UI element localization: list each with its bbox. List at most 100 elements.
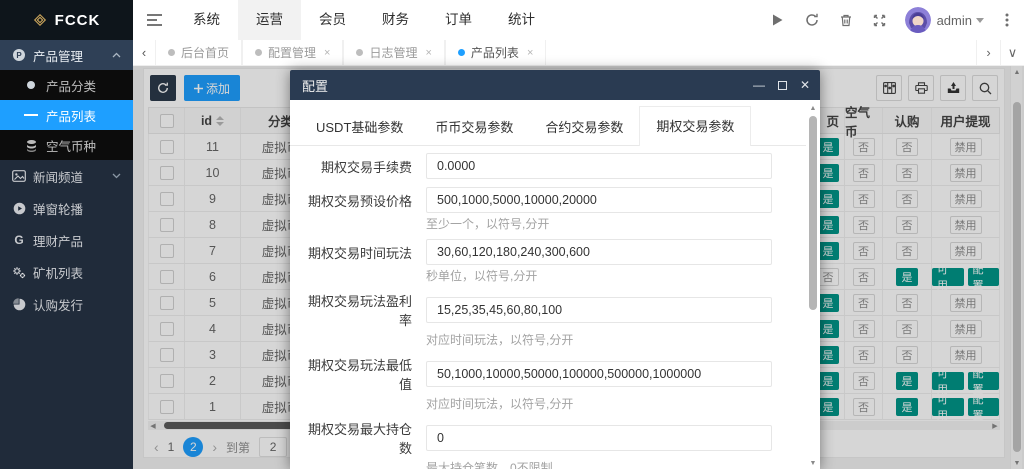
field-label: 期权交易最大持仓数 — [300, 419, 412, 457]
nav-item-stats[interactable]: 统计 — [490, 0, 553, 40]
close-icon[interactable]: × — [425, 47, 431, 59]
field-label: 期权交易时间玩法 — [300, 243, 412, 262]
sidebar-item-wealth-product[interactable]: G 理财产品 — [0, 224, 133, 256]
tab-option-trade[interactable]: 期权交易参数 — [639, 106, 751, 146]
option-fee-input[interactable] — [426, 153, 772, 179]
scroll-down-icon[interactable]: ▼ — [808, 457, 818, 469]
sidebar: FCCK P 产品管理 产品分类 产品列表 空气币种 新闻频道 — [0, 0, 133, 469]
sidebar-item-label: 认购发行 — [33, 295, 83, 314]
user-menu[interactable]: admin — [937, 13, 990, 28]
tab-label: 日志管理 — [369, 44, 417, 61]
list-icon — [24, 108, 38, 122]
modal-scrollbar[interactable]: ▲ ▼ — [808, 102, 818, 469]
tab-config-manage[interactable]: 配置管理 × — [242, 40, 343, 65]
tab-dot-icon — [458, 49, 465, 56]
field-label: 期权交易玩法盈利率 — [300, 291, 412, 329]
fullscreen-icon[interactable] — [863, 0, 897, 40]
pie-chart-icon — [12, 297, 26, 311]
field-help: 对应时间玩法，以符号,分开 — [426, 397, 806, 411]
sidebar-item-subscription-issue[interactable]: 认购发行 — [0, 288, 133, 320]
nav-item-order[interactable]: 订单 — [427, 0, 490, 40]
maximize-icon[interactable] — [778, 81, 787, 90]
sidebar-item-news[interactable]: 新闻频道 — [0, 160, 133, 192]
sidebar-submenu: 产品分类 产品列表 空气币种 — [0, 70, 133, 160]
option-preset-price-input[interactable] — [426, 187, 772, 213]
sidebar-item-label: 矿机列表 — [33, 263, 83, 282]
gears-icon — [12, 265, 26, 279]
tab-coin-trade[interactable]: 币币交易参数 — [419, 111, 529, 145]
tab-log-manage[interactable]: 日志管理 × — [343, 40, 444, 65]
top-navbar: 系统 运营 会员 财务 订单 统计 admin — [133, 0, 1024, 40]
field-help: 最大持仓笔数，0不限制 — [426, 461, 806, 469]
g-letter-icon: G — [12, 233, 26, 247]
sidebar-item-air-coin[interactable]: 空气币种 — [0, 130, 133, 160]
scrollbar-thumb[interactable] — [809, 116, 817, 310]
nav-item-operation[interactable]: 运营 — [238, 0, 301, 40]
chevron-down-icon — [109, 169, 123, 183]
tab-label: 产品列表 — [471, 44, 519, 61]
tab-dot-icon — [255, 49, 262, 56]
minimize-icon[interactable]: — — [753, 79, 765, 91]
option-min-value-input[interactable] — [426, 361, 772, 387]
sidebar-item-popup-carousel[interactable]: 弹窗轮播 — [0, 192, 133, 224]
nav-item-member[interactable]: 会员 — [301, 0, 364, 40]
field-help: 秒单位，以符号,分开 — [426, 269, 806, 283]
coins-icon — [24, 138, 38, 152]
sidebar-item-label: 弹窗轮播 — [33, 199, 83, 218]
option-profit-rate-input[interactable] — [426, 297, 772, 323]
tab-contract-trade[interactable]: 合约交易参数 — [529, 111, 639, 145]
sidebar-item-product-list[interactable]: 产品列表 — [0, 100, 133, 130]
tab-product-list[interactable]: 产品列表 × — [445, 40, 546, 65]
tab-dot-icon — [356, 49, 363, 56]
nav-item-finance[interactable]: 财务 — [364, 0, 427, 40]
tabs-scroll-left-icon[interactable]: ‹ — [133, 40, 155, 65]
trash-icon[interactable] — [829, 0, 863, 40]
sidebar-item-product-manage[interactable]: P 产品管理 — [0, 40, 133, 70]
photo-icon — [12, 169, 26, 183]
svg-text:P: P — [16, 51, 22, 60]
sidebar-item-label: 产品管理 — [33, 46, 83, 65]
modal-form: 期权交易手续费 期权交易预设价格 至少一个，以符号,分开 期权交易时间玩法 秒单… — [290, 146, 820, 469]
option-max-position-input[interactable] — [426, 425, 772, 451]
config-modal: 配置 — ✕ USDT基础参数 币币交易参数 合约交易参数 期权交易参数 期权交… — [290, 70, 820, 469]
topnav-actions: admin — [761, 0, 1024, 40]
refresh-icon[interactable] — [795, 0, 829, 40]
sidebar-item-label: 新闻频道 — [33, 167, 83, 186]
tabs-scroll-right-icon[interactable]: › — [976, 40, 1000, 65]
username: admin — [937, 13, 972, 28]
option-time-play-input[interactable] — [426, 239, 772, 265]
sidebar-item-label: 产品分类 — [46, 76, 96, 95]
chevron-up-icon — [109, 48, 123, 62]
tab-home[interactable]: 后台首页 — [155, 40, 242, 65]
menu-toggle-icon[interactable] — [133, 0, 175, 40]
field-label: 期权交易玩法最低值 — [300, 355, 412, 393]
field-label: 期权交易预设价格 — [300, 191, 412, 210]
tab-bar: ‹ 后台首页 配置管理 × 日志管理 × 产品列表 × › ∨ — [133, 40, 1024, 66]
tab-label: 后台首页 — [181, 44, 229, 61]
circle-play-icon — [12, 201, 26, 215]
field-help: 对应时间玩法，以符号,分开 — [426, 333, 806, 347]
close-icon[interactable]: ✕ — [800, 79, 810, 91]
field-label: 期权交易手续费 — [300, 157, 412, 176]
close-icon[interactable]: × — [527, 47, 533, 59]
sidebar-item-product-category[interactable]: 产品分类 — [0, 70, 133, 100]
more-vertical-icon[interactable] — [990, 0, 1024, 40]
tabs-menu-icon[interactable]: ∨ — [1000, 40, 1024, 65]
sidebar-item-label: 理财产品 — [33, 231, 83, 250]
tab-dot-icon — [168, 49, 175, 56]
app-logo[interactable]: FCCK — [0, 0, 133, 40]
modal-header[interactable]: 配置 — ✕ — [290, 70, 820, 100]
modal-tabs: USDT基础参数 币币交易参数 合约交易参数 期权交易参数 — [290, 100, 806, 146]
modal-title: 配置 — [302, 76, 328, 95]
brand-diamond-icon — [33, 13, 47, 27]
scroll-up-icon[interactable]: ▲ — [808, 102, 818, 114]
close-icon[interactable]: × — [324, 47, 330, 59]
sidebar-item-miner-list[interactable]: 矿机列表 — [0, 256, 133, 288]
field-help: 至少一个，以符号,分开 — [426, 217, 806, 231]
nav-item-system[interactable]: 系统 — [175, 0, 238, 40]
caret-down-icon — [976, 18, 984, 23]
play-icon[interactable] — [761, 0, 795, 40]
tab-usdt-basic[interactable]: USDT基础参数 — [300, 111, 419, 145]
sidebar-item-label: 空气币种 — [46, 136, 96, 155]
user-avatar[interactable] — [905, 7, 931, 33]
